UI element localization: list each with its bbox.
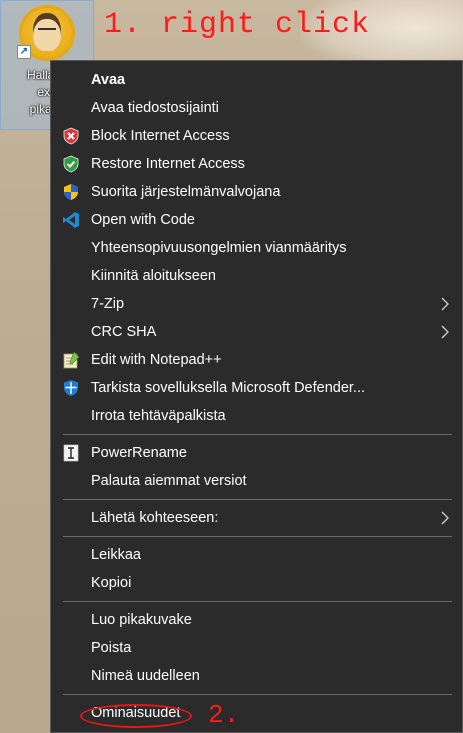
menu-separator	[63, 601, 452, 602]
menu-separator	[63, 499, 452, 500]
menu-item-label: Block Internet Access	[91, 128, 230, 144]
menu-item-restore-previous-versions[interactable]: Palauta aiemmat versiot	[51, 467, 462, 495]
menu-item-label: Suorita järjestelmänvalvojana	[91, 184, 281, 200]
menu-item-label: Nimeä uudelleen	[91, 668, 200, 684]
notepadpp-icon	[63, 351, 80, 369]
menu-item-open[interactable]: Avaa	[51, 66, 462, 94]
chevron-right-icon	[441, 297, 449, 311]
menu-item-cut[interactable]: Leikkaa	[51, 541, 462, 569]
menu-item-label: PowerRename	[91, 445, 187, 461]
menu-item-7zip[interactable]: 7-Zip	[51, 290, 462, 318]
menu-item-pin-to-start[interactable]: Kiinnitä aloitukseen	[51, 262, 462, 290]
context-menu: Avaa Avaa tiedostosijainti Block Interne…	[50, 60, 463, 733]
shortcut-arrow-icon: ↗	[17, 45, 31, 59]
menu-item-open-with-code[interactable]: Open with Code	[51, 206, 462, 234]
menu-item-label: Kopioi	[91, 575, 132, 591]
menu-item-label: Poista	[91, 640, 132, 656]
menu-item-label: Avaa	[91, 72, 126, 88]
annotation-step-1: 1. right click	[104, 8, 371, 42]
menu-item-unpin-taskbar[interactable]: Irrota tehtäväpalkista	[51, 402, 462, 430]
menu-item-label: Yhteensopivuusongelmien vianmääritys	[91, 240, 347, 256]
menu-item-troubleshoot-compatibility[interactable]: Yhteensopivuusongelmien vianmääritys	[51, 234, 462, 262]
menu-item-label: Leikkaa	[91, 547, 141, 563]
menu-separator	[63, 536, 452, 537]
menu-item-edit-notepadpp[interactable]: Edit with Notepad++	[51, 346, 462, 374]
menu-separator	[63, 694, 452, 695]
menu-item-send-to[interactable]: Lähetä kohteeseen:	[51, 504, 462, 532]
menu-item-label: Irrota tehtäväpalkista	[91, 408, 226, 424]
menu-separator	[63, 434, 452, 435]
menu-item-copy[interactable]: Kopioi	[51, 569, 462, 597]
defender-icon	[64, 380, 78, 396]
menu-item-run-as-admin[interactable]: Suorita järjestelmänvalvojana	[51, 178, 462, 206]
menu-item-label: Open with Code	[91, 212, 195, 228]
menu-item-crc-sha[interactable]: CRC SHA	[51, 318, 462, 346]
menu-item-restore-internet[interactable]: Restore Internet Access	[51, 150, 462, 178]
avatar-face	[33, 13, 61, 51]
chevron-right-icon	[441, 511, 449, 525]
vscode-icon	[63, 212, 79, 228]
uac-shield-icon	[64, 184, 78, 200]
menu-item-label: Palauta aiemmat versiot	[91, 473, 247, 489]
annotation-highlight-ellipse	[80, 704, 192, 728]
menu-item-delete[interactable]: Poista	[51, 634, 462, 662]
powerrename-icon	[63, 444, 79, 462]
menu-item-label: Lähetä kohteeseen:	[91, 510, 219, 526]
menu-item-label: Avaa tiedostosijainti	[91, 100, 219, 116]
menu-item-open-file-location[interactable]: Avaa tiedostosijainti	[51, 94, 462, 122]
menu-item-defender-scan[interactable]: Tarkista sovelluksella Microsoft Defende…	[51, 374, 462, 402]
menu-item-rename[interactable]: Nimeä uudelleen	[51, 662, 462, 690]
menu-item-create-shortcut[interactable]: Luo pikakuvake	[51, 606, 462, 634]
menu-item-block-internet[interactable]: Block Internet Access	[51, 122, 462, 150]
shield-red-x-icon	[63, 127, 79, 145]
menu-item-label: Kiinnitä aloitukseen	[91, 268, 216, 284]
menu-item-label: Luo pikakuvake	[91, 612, 192, 628]
shield-green-check-icon	[63, 155, 79, 173]
menu-item-powerrename[interactable]: PowerRename	[51, 439, 462, 467]
menu-item-label: CRC SHA	[91, 324, 157, 340]
menu-item-label: Tarkista sovelluksella Microsoft Defende…	[91, 380, 365, 396]
annotation-step-2: 2.	[208, 700, 240, 730]
menu-item-label: Restore Internet Access	[91, 156, 245, 172]
menu-item-label: Edit with Notepad++	[91, 352, 222, 368]
menu-item-label: 7-Zip	[91, 296, 125, 312]
chevron-right-icon	[441, 325, 449, 339]
